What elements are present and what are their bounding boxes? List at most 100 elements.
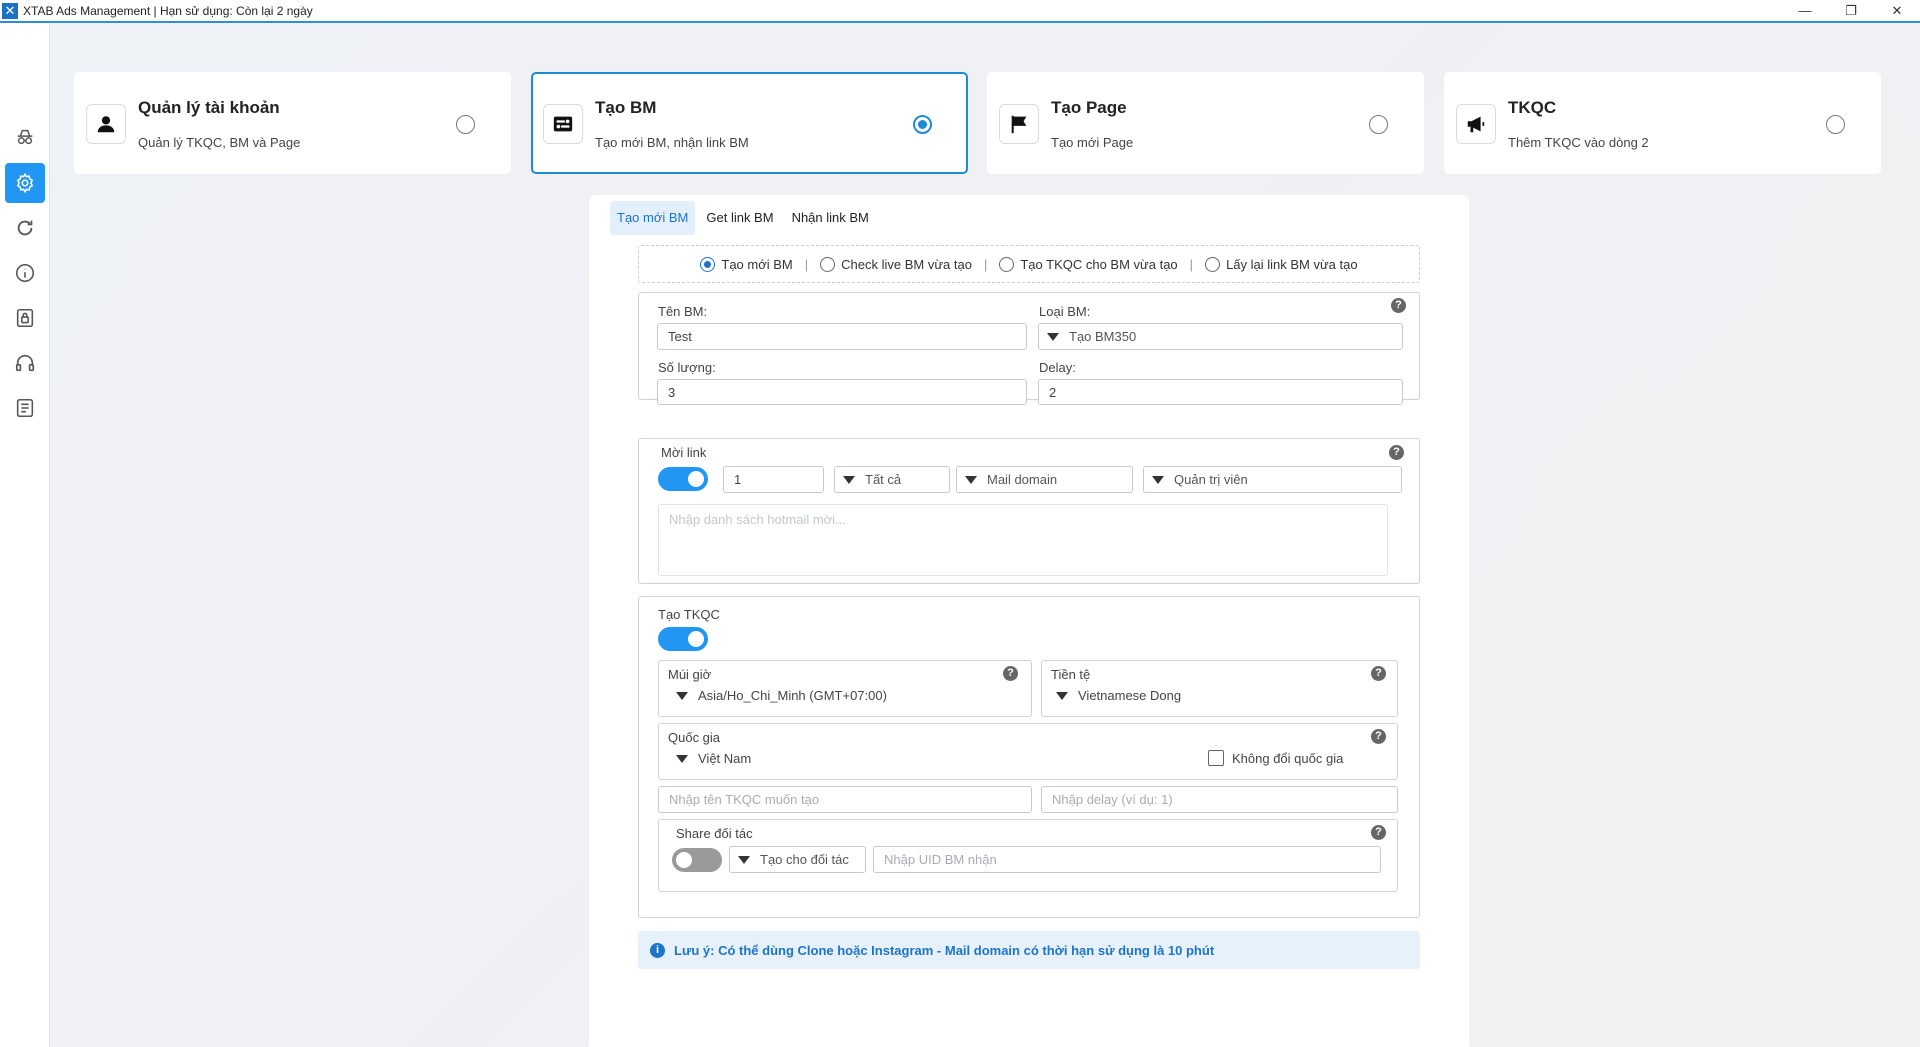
close-button[interactable]: ✕ xyxy=(1874,0,1920,21)
invite-role-value: Quản trị viên xyxy=(1174,472,1248,487)
invite-link-group: Mời link ? 1 Tất cả Mail domain Quản trị… xyxy=(638,438,1420,584)
create-bm-panel: Tạo mới BM Get link BM Nhận link BM Tạo … xyxy=(589,195,1469,1047)
mode-radio[interactable] xyxy=(700,256,716,272)
create-tkqc-label: Tạo TKQC xyxy=(658,607,720,622)
currency-label: Tiền tệ xyxy=(1051,667,1091,682)
window-controls: — ❐ ✕ xyxy=(1782,0,1920,21)
app-logo-icon: ✕ xyxy=(2,2,18,19)
restore-button[interactable]: ❐ xyxy=(1828,0,1874,21)
bm-delay-input[interactable]: 2 xyxy=(1038,379,1403,405)
tkqc-name-input[interactable]: Nhập tên TKQC muốn tạo xyxy=(658,786,1032,813)
currency-select[interactable]: Vietnamese Dong xyxy=(1056,688,1181,703)
sidebar-item-incognito[interactable] xyxy=(5,117,45,157)
share-partner-label: Share đối tác xyxy=(676,826,753,841)
info-icon xyxy=(15,263,35,283)
minimize-button[interactable]: — xyxy=(1782,0,1828,21)
bm-type-select[interactable]: Tạo BM350 xyxy=(1038,323,1403,350)
invite-filter-select[interactable]: Tất cả xyxy=(834,466,950,493)
card-radio[interactable] xyxy=(1826,115,1845,134)
create-tkqc-toggle[interactable] xyxy=(658,627,708,651)
country-label: Quốc gia xyxy=(668,730,721,745)
note-banner: i Lưu ý: Có thể dùng Clone hoặc Instagra… xyxy=(638,931,1420,969)
mode-label: Check live BM vừa tạo xyxy=(841,256,972,272)
card-subtitle: Tạo mới Page xyxy=(1051,135,1134,150)
bm-name-label: Tên BM: xyxy=(658,304,708,319)
mode-label: Lấy lại link BM vừa tạo xyxy=(1226,256,1358,272)
sidebar-item-settings[interactable] xyxy=(5,163,45,203)
mail-domain-select[interactable]: Mail domain xyxy=(956,466,1133,493)
mode-option-relink[interactable]: Lấy lại link BM vừa tạo xyxy=(1205,256,1358,272)
sidebar-item-refresh[interactable] xyxy=(5,208,45,248)
share-partner-toggle[interactable] xyxy=(672,848,722,872)
help-icon[interactable]: ? xyxy=(1371,666,1386,681)
card-subtitle: Quản lý TKQC, BM và Page xyxy=(138,135,301,150)
card-create-bm[interactable]: Tạo BM Tạo mới BM, nhận link BM xyxy=(531,72,968,174)
headset-icon xyxy=(15,354,35,372)
help-icon[interactable]: ? xyxy=(1003,666,1018,681)
tab-create-bm[interactable]: Tạo mới BM xyxy=(610,201,696,235)
mode-radio[interactable] xyxy=(999,256,1015,272)
chevron-down-icon xyxy=(676,691,688,700)
mode-label: Tạo mới BM xyxy=(721,256,793,272)
card-account-management[interactable]: Quản lý tài khoản Quản lý TKQC, BM và Pa… xyxy=(74,72,511,174)
keep-country-checkbox[interactable] xyxy=(1208,750,1224,766)
chevron-down-icon xyxy=(965,475,977,484)
bm-type-label: Loại BM: xyxy=(1039,304,1091,319)
keep-country-label: Không đổi quốc gia xyxy=(1232,751,1344,766)
help-icon[interactable]: ? xyxy=(1391,298,1406,313)
help-icon[interactable]: ? xyxy=(1389,445,1404,460)
tkqc-delay-input[interactable]: Nhập delay (ví dụ: 1) xyxy=(1041,786,1398,813)
card-radio[interactable] xyxy=(913,115,932,134)
sidebar-item-document[interactable] xyxy=(5,388,45,428)
invite-emails-textarea[interactable]: Nhập danh sách hotmail mời... xyxy=(658,504,1388,576)
invite-link-toggle[interactable] xyxy=(658,467,708,491)
tab-get-link-bm[interactable]: Get link BM xyxy=(699,201,780,235)
mode-option-check-live[interactable]: Check live BM vừa tạo xyxy=(820,256,972,272)
partner-uid-input[interactable]: Nhập UID BM nhận xyxy=(873,846,1381,873)
user-icon xyxy=(86,104,126,144)
info-icon: i xyxy=(650,942,665,958)
create-tkqc-group: Tạo TKQC Múi giờ ? Asia/Ho_Chi_Minh (GMT… xyxy=(638,596,1420,918)
bm-quantity-label: Số lượng: xyxy=(658,360,716,375)
bm-quantity-input[interactable]: 3 xyxy=(657,379,1027,405)
bm-delay-label: Delay: xyxy=(1039,360,1076,375)
chevron-down-icon xyxy=(843,475,855,484)
invite-role-select[interactable]: Quản trị viên xyxy=(1143,466,1402,493)
invite-count-input[interactable]: 1 xyxy=(723,466,824,493)
sidebar-item-info[interactable] xyxy=(5,253,45,293)
partner-mode-value: Tạo cho đối tác xyxy=(760,852,849,867)
mode-option-create-bm[interactable]: Tạo mới BM xyxy=(700,256,793,272)
bm-name-input[interactable]: Test xyxy=(657,323,1027,350)
sidebar xyxy=(0,23,50,1047)
refresh-icon xyxy=(17,220,33,236)
help-icon[interactable]: ? xyxy=(1371,729,1386,744)
chevron-down-icon xyxy=(676,754,688,763)
card-radio[interactable] xyxy=(456,115,475,134)
timezone-value: Asia/Ho_Chi_Minh (GMT+07:00) xyxy=(698,688,887,703)
share-partner-group: Share đối tác ? Tạo cho đối tác Nhập UID… xyxy=(658,819,1398,892)
country-value: Việt Nam xyxy=(698,751,752,766)
mode-option-create-tkqc[interactable]: Tạo TKQC cho BM vừa tạo xyxy=(999,256,1178,272)
flag-icon xyxy=(999,104,1039,144)
card-subtitle: Thêm TKQC vào dòng 2 xyxy=(1508,135,1649,150)
sidebar-item-lock[interactable] xyxy=(5,298,45,338)
card-radio[interactable] xyxy=(1369,115,1388,134)
card-ad-account[interactable]: TKQC Thêm TKQC vào dòng 2 xyxy=(1444,72,1881,174)
country-select[interactable]: Việt Nam xyxy=(676,751,751,766)
sidebar-item-support[interactable] xyxy=(5,343,45,383)
tab-receive-link-bm[interactable]: Nhận link BM xyxy=(785,201,876,235)
mode-label: Tạo TKQC cho BM vừa tạo xyxy=(1020,256,1178,272)
timezone-select[interactable]: Asia/Ho_Chi_Minh (GMT+07:00) xyxy=(676,688,887,703)
mode-selector: Tạo mới BM | Check live BM vừa tạo | Tạo… xyxy=(638,245,1420,283)
card-create-page[interactable]: Tạo Page Tạo mới Page xyxy=(987,72,1424,174)
help-icon[interactable]: ? xyxy=(1371,825,1386,840)
invite-filter-value: Tất cả xyxy=(865,472,902,487)
mode-radio[interactable] xyxy=(1205,256,1221,272)
partner-mode-select[interactable]: Tạo cho đối tác xyxy=(729,846,866,873)
timezone-group: Múi giờ ? Asia/Ho_Chi_Minh (GMT+07:00) xyxy=(658,660,1032,717)
chevron-down-icon xyxy=(738,855,750,864)
card-subtitle: Tạo mới BM, nhận link BM xyxy=(595,135,749,150)
mode-radio[interactable] xyxy=(820,256,836,272)
card-title: Tạo BM xyxy=(595,98,657,117)
mail-domain-value: Mail domain xyxy=(987,472,1058,487)
